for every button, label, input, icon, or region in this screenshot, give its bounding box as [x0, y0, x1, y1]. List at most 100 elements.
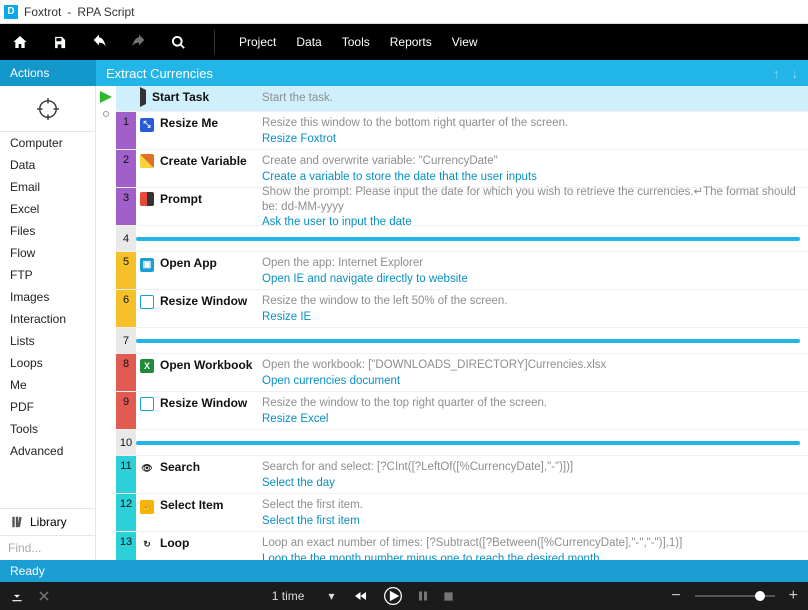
sidebar-category[interactable]: Excel: [0, 198, 95, 220]
menu-tools[interactable]: Tools: [342, 35, 370, 49]
step-name: Resize Window: [160, 294, 247, 308]
step-link[interactable]: Select the day: [262, 477, 800, 489]
run-cursor-icon[interactable]: [100, 91, 112, 106]
search-icon[interactable]: [171, 35, 186, 50]
step-icon: [140, 154, 154, 171]
app-logo: D: [4, 5, 18, 19]
step-link[interactable]: Open currencies document: [262, 375, 800, 387]
step-description: Create and overwrite variable: "Currency…: [262, 154, 800, 169]
step-body: Create and overwrite variable: "Currency…: [262, 150, 808, 187]
sidebar-category[interactable]: PDF: [0, 396, 95, 418]
step-row[interactable]: 11👁SearchSearch for and select: [?CInt([…: [116, 456, 808, 494]
step-icon: ⿴: [140, 294, 154, 309]
script-title: Extract Currencies: [106, 66, 213, 81]
step-separator[interactable]: 7: [116, 328, 808, 354]
close-run-icon[interactable]: [38, 590, 50, 602]
sidebar-category[interactable]: Loops: [0, 352, 95, 374]
move-down-icon[interactable]: ↓: [792, 66, 799, 81]
steps-list: Start TaskStart the task.1⤡Resize MeResi…: [116, 86, 808, 560]
step-icon: [140, 90, 146, 104]
menu-data[interactable]: Data: [296, 35, 321, 49]
step-row[interactable]: 2Create VariableCreate and overwrite var…: [116, 150, 808, 188]
step-row[interactable]: 8XOpen WorkbookOpen the workbook: ["DOWN…: [116, 354, 808, 392]
stop-icon[interactable]: [443, 591, 454, 602]
step-link[interactable]: Open IE and navigate directly to website: [262, 273, 800, 285]
step-link[interactable]: Select the first item: [262, 515, 800, 527]
download-icon[interactable]: [10, 589, 24, 603]
step-body: Show the prompt: Please input the date f…: [262, 188, 808, 225]
redo-icon[interactable]: [131, 34, 147, 50]
step-name-cell: ⿴ Resize Window: [136, 290, 262, 327]
status-bar: Ready: [0, 560, 808, 582]
step-row[interactable]: 9⿴Resize WindowResize the window to the …: [116, 392, 808, 430]
speed-minus[interactable]: −: [671, 587, 680, 605]
step-link[interactable]: Create a variable to store the date that…: [262, 171, 800, 183]
step-link[interactable]: Resize IE: [262, 311, 800, 323]
sidebar-category[interactable]: Email: [0, 176, 95, 198]
step-row[interactable]: 12☝Select ItemSelect the first item.Sele…: [116, 494, 808, 532]
play-icon[interactable]: [383, 586, 403, 606]
sidebar-category[interactable]: Interaction: [0, 308, 95, 330]
step-link[interactable]: Resize Excel: [262, 413, 800, 425]
sidebar-library[interactable]: Library: [0, 508, 95, 535]
step-link[interactable]: Loop the the month number minus one to r…: [262, 553, 800, 560]
step-name-cell: ☝Select Item: [136, 494, 262, 531]
sidebar-category[interactable]: Advanced: [0, 440, 95, 462]
step-separator[interactable]: 10: [116, 430, 808, 456]
step-name-cell: Create Variable: [136, 150, 262, 187]
sidebar-category[interactable]: Images: [0, 286, 95, 308]
step-number: 9: [116, 392, 136, 429]
step-row[interactable]: 3PromptShow the prompt: Please input the…: [116, 188, 808, 226]
sidebar-category[interactable]: Tools: [0, 418, 95, 440]
step-body: Search for and select: [?CInt([?LeftOf([…: [262, 456, 808, 493]
sidebar-category[interactable]: Flow: [0, 242, 95, 264]
step-number: 4: [116, 226, 136, 251]
loop-count-dropdown[interactable]: 1 time ▾: [268, 587, 339, 605]
step-description: Resize the window to the top right quart…: [262, 396, 800, 411]
sidebar-category[interactable]: Files: [0, 220, 95, 242]
step-number: 1: [116, 112, 136, 149]
workspace: Start TaskStart the task.1⤡Resize MeResi…: [96, 86, 808, 560]
menu-view[interactable]: View: [452, 35, 478, 49]
step-separator[interactable]: 4: [116, 226, 808, 252]
step-row[interactable]: 1⤡Resize MeResize this window to the bot…: [116, 112, 808, 150]
sidebar-category[interactable]: Computer: [0, 132, 95, 154]
step-icon: ⤡: [140, 116, 154, 132]
save-icon[interactable]: [52, 35, 67, 50]
sidebar-category[interactable]: Lists: [0, 330, 95, 352]
sidebar-category[interactable]: Me: [0, 374, 95, 396]
step-link[interactable]: Resize Foxtrot: [262, 133, 800, 145]
step-body: Select the first item.Select the first i…: [262, 494, 808, 531]
target-tool[interactable]: [0, 86, 95, 132]
step-description: Loop an exact number of times: [?Subtrac…: [262, 536, 800, 551]
step-row[interactable]: 13↻LoopLoop an exact number of times: [?…: [116, 532, 808, 560]
step-row[interactable]: 6⿴Resize WindowResize the window to the …: [116, 290, 808, 328]
move-up-icon[interactable]: ↑: [773, 66, 780, 81]
step-number: 12: [116, 494, 136, 531]
step-number: 5: [116, 252, 136, 289]
speed-slider[interactable]: [695, 595, 775, 597]
play-bar: 1 time ▾ − +: [0, 582, 808, 610]
step-icon: ↻: [140, 536, 154, 552]
menubar: Project Data Tools Reports View: [0, 24, 808, 60]
pause-icon[interactable]: [417, 590, 429, 602]
home-icon[interactable]: [12, 34, 28, 50]
step-number: 7: [116, 328, 136, 353]
step-name: Select Item: [160, 498, 223, 512]
library-label: Library: [30, 515, 67, 529]
step-row[interactable]: 5▣Open AppOpen the app: Internet Explore…: [116, 252, 808, 290]
menu-reports[interactable]: Reports: [390, 35, 432, 49]
step-name: Resize Window: [160, 396, 247, 410]
step-name-cell: ↻Loop: [136, 532, 262, 560]
sidebar-category[interactable]: Data: [0, 154, 95, 176]
menu-project[interactable]: Project: [239, 35, 276, 49]
find-input[interactable]: Find...: [0, 535, 95, 560]
speed-plus[interactable]: +: [789, 587, 798, 605]
rewind-icon[interactable]: [353, 590, 369, 602]
sidebar-category[interactable]: FTP: [0, 264, 95, 286]
undo-icon[interactable]: [91, 34, 107, 50]
run-gutter: [96, 86, 116, 560]
step-row[interactable]: Start TaskStart the task.: [116, 86, 808, 112]
header-bar: Actions Extract Currencies ↑ ↓: [0, 60, 808, 86]
breakpoint-dot[interactable]: [103, 111, 109, 117]
